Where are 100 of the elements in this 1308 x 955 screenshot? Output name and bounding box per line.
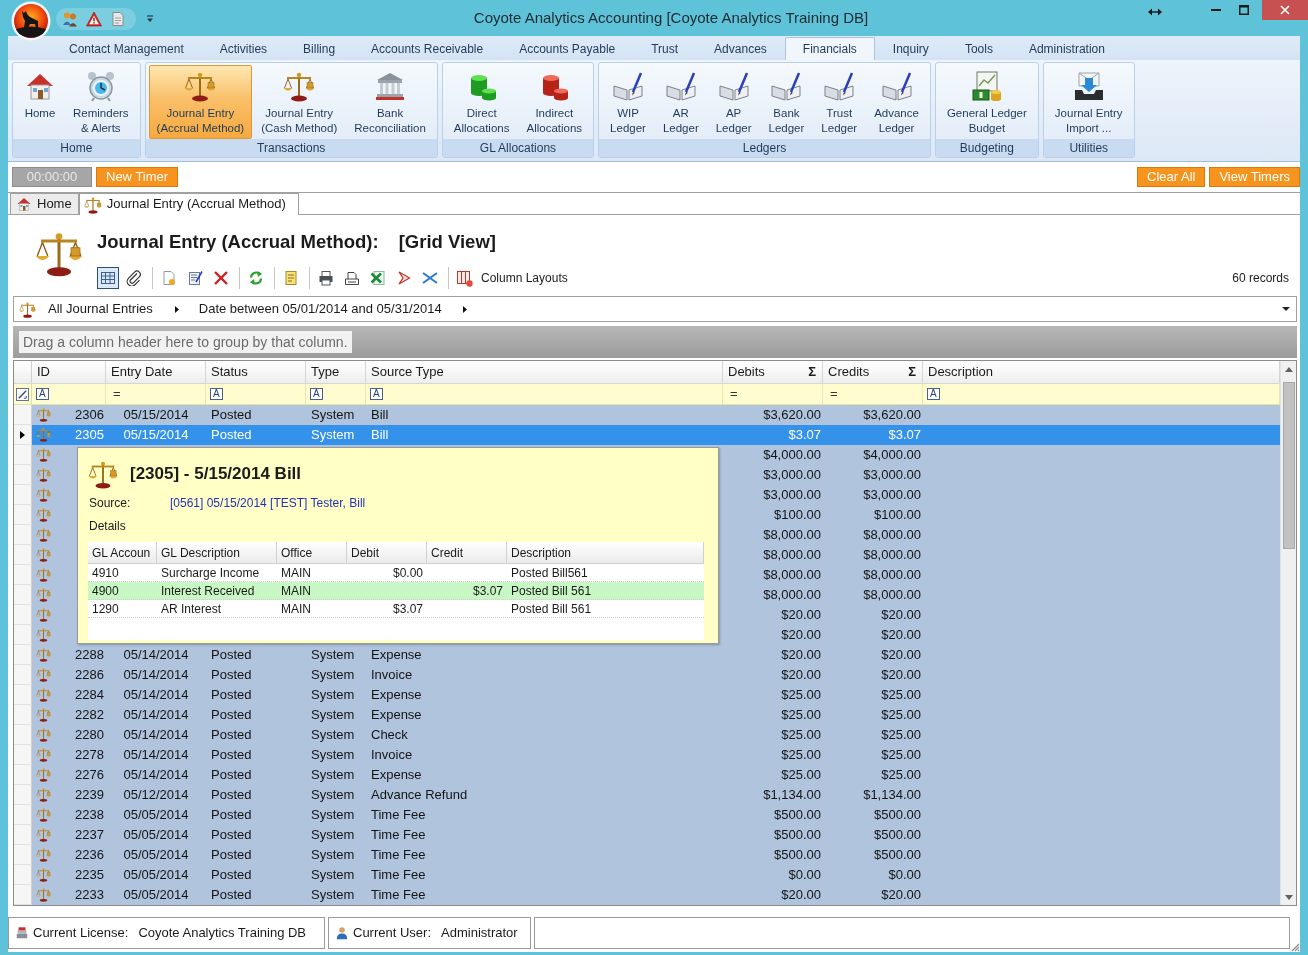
table-cell-text: $20.00 <box>880 646 922 664</box>
table-cell-text: $500.00 <box>773 806 822 824</box>
table-cell-text: Bill <box>370 426 390 444</box>
table-cell-text: 2233 <box>74 886 105 904</box>
table-cell-text: $1,134.00 <box>762 786 822 804</box>
table-cell-text: $3,000.00 <box>762 466 822 484</box>
table-cell-text: 05/14/2014 <box>122 686 190 704</box>
table-cell-text: 05/14/2014 <box>122 706 190 724</box>
table-cell-text: $25.00 <box>780 726 822 744</box>
table-cell-text: $8,000.00 <box>762 546 822 564</box>
table-cell-text: $25.00 <box>780 706 822 724</box>
table-cell-text: Posted Bill 561 <box>510 583 593 599</box>
table-cell-text: Advance Refund <box>370 786 469 804</box>
table-cell-text: Posted <box>210 846 253 864</box>
table-cell-text: $20.00 <box>880 886 922 904</box>
table-cell-text: Time Fee <box>370 846 427 864</box>
table-cell-text: Posted <box>210 886 253 904</box>
table-cell-text: 2284 <box>74 686 105 704</box>
table-cell-text: $4,000.00 <box>762 446 822 464</box>
table-cell-text: Time Fee <box>370 806 427 824</box>
table-cell-text: $3.07 <box>787 426 822 444</box>
status-value: Administrator <box>441 924 518 942</box>
group-label: Home <box>13 139 140 157</box>
table-cell-text: $8,000.00 <box>862 546 922 564</box>
table-cell-text: System <box>310 826 356 844</box>
table-cell-text: $500.00 <box>873 806 922 824</box>
table-cell-text: Posted <box>210 686 253 704</box>
table-cell-text: System <box>310 806 356 824</box>
table-cell-text: Time Fee <box>370 886 427 904</box>
table-cell-text: 05/05/2014 <box>122 826 190 844</box>
table-cell-text: Expense <box>370 766 423 784</box>
table-cell-text: $500.00 <box>773 846 822 864</box>
table-cell-text: $25.00 <box>880 746 922 764</box>
table-cell-text: $20.00 <box>780 606 822 624</box>
table-cell-text: Time Fee <box>370 826 427 844</box>
table-cell-text: $500.00 <box>873 846 922 864</box>
table-cell-text: $100.00 <box>873 506 922 524</box>
table-cell-text: $0.00 <box>787 866 822 884</box>
table-cell-text: $20.00 <box>880 606 922 624</box>
table-cell-text: $25.00 <box>880 706 922 724</box>
group-label: Transactions <box>145 139 437 157</box>
table-cell-text: System <box>310 886 356 904</box>
table-cell-text: $8,000.00 <box>762 586 822 604</box>
table-cell-text: 2239 <box>74 786 105 804</box>
table-cell-text: Posted <box>210 666 253 684</box>
table-cell-text: Invoice <box>370 666 414 684</box>
page-title: Journal Entry (Accrual Method): <box>97 230 379 254</box>
table-cell-text: $3,620.00 <box>762 406 822 424</box>
status-label: Current License: <box>33 924 129 942</box>
table-cell-text: $1,134.00 <box>862 786 922 804</box>
table-cell-text: $3,000.00 <box>862 466 922 484</box>
table-cell-text: 2288 <box>74 646 105 664</box>
table-cell-text: $20.00 <box>780 626 822 644</box>
table-cell-text: System <box>310 426 356 444</box>
table-cell-text: 05/05/2014 <box>122 886 190 904</box>
table-cell-text: $3.07 <box>391 601 424 617</box>
tooltip-title: [2305] - 5/15/2014 Bill <box>130 463 302 485</box>
table-cell-text: Posted <box>210 766 253 784</box>
table-cell-text: Bill <box>370 406 390 424</box>
column-header: GL Description <box>157 542 277 563</box>
table-cell-text: System <box>310 726 356 744</box>
table-cell-text: Invoice <box>370 746 414 764</box>
group-hint: Drag a column header here to group by that column. <box>19 331 352 353</box>
group-label: Budgeting <box>935 139 1038 157</box>
table-cell-text: $20.00 <box>880 666 922 684</box>
table-cell-text: $3.07 <box>887 426 922 444</box>
table-cell-text: 2276 <box>74 766 105 784</box>
table-cell-text: $25.00 <box>780 766 822 784</box>
status-value: Coyote Analytics Training DB <box>138 924 307 942</box>
table-cell-text: Interest Received <box>160 583 256 599</box>
table-cell-text: 2286 <box>74 666 105 684</box>
table-cell-text: 4900 <box>91 583 120 599</box>
column-header: GL Accoun <box>88 542 157 563</box>
table-cell-text: $4,000.00 <box>862 446 922 464</box>
table-cell-text: System <box>310 666 356 684</box>
record-count: 60 records <box>1232 270 1289 286</box>
table-cell-text: 2278 <box>74 746 105 764</box>
table-cell-text: Posted <box>210 866 253 884</box>
table-cell-text: 05/14/2014 <box>122 726 190 744</box>
table-cell-text: System <box>310 686 356 704</box>
table-cell-text: $20.00 <box>780 886 822 904</box>
table-cell-text: 2238 <box>74 806 105 824</box>
column-header: Debit <box>347 542 427 563</box>
details-label: Details <box>88 519 126 534</box>
table-cell-text: System <box>310 786 356 804</box>
table-cell-text: Surcharge Income <box>160 565 261 581</box>
status-label: Current User: <box>353 924 432 942</box>
table-cell-text: Posted <box>210 786 253 804</box>
table-cell-text: Posted <box>210 426 253 444</box>
table-cell-text: $20.00 <box>880 626 922 644</box>
table-cell-text: $100.00 <box>773 506 822 524</box>
table-cell-text: System <box>310 846 356 864</box>
table-cell-text: Posted <box>210 646 253 664</box>
table-cell-text: 2237 <box>74 826 105 844</box>
table-cell-text: 2306 <box>74 406 105 424</box>
table-cell-text: 05/05/2014 <box>122 846 190 864</box>
table-cell-text: $500.00 <box>873 826 922 844</box>
table-cell-text: $20.00 <box>780 646 822 664</box>
table-cell-text: $25.00 <box>880 766 922 784</box>
table-cell-text: Posted <box>210 406 253 424</box>
